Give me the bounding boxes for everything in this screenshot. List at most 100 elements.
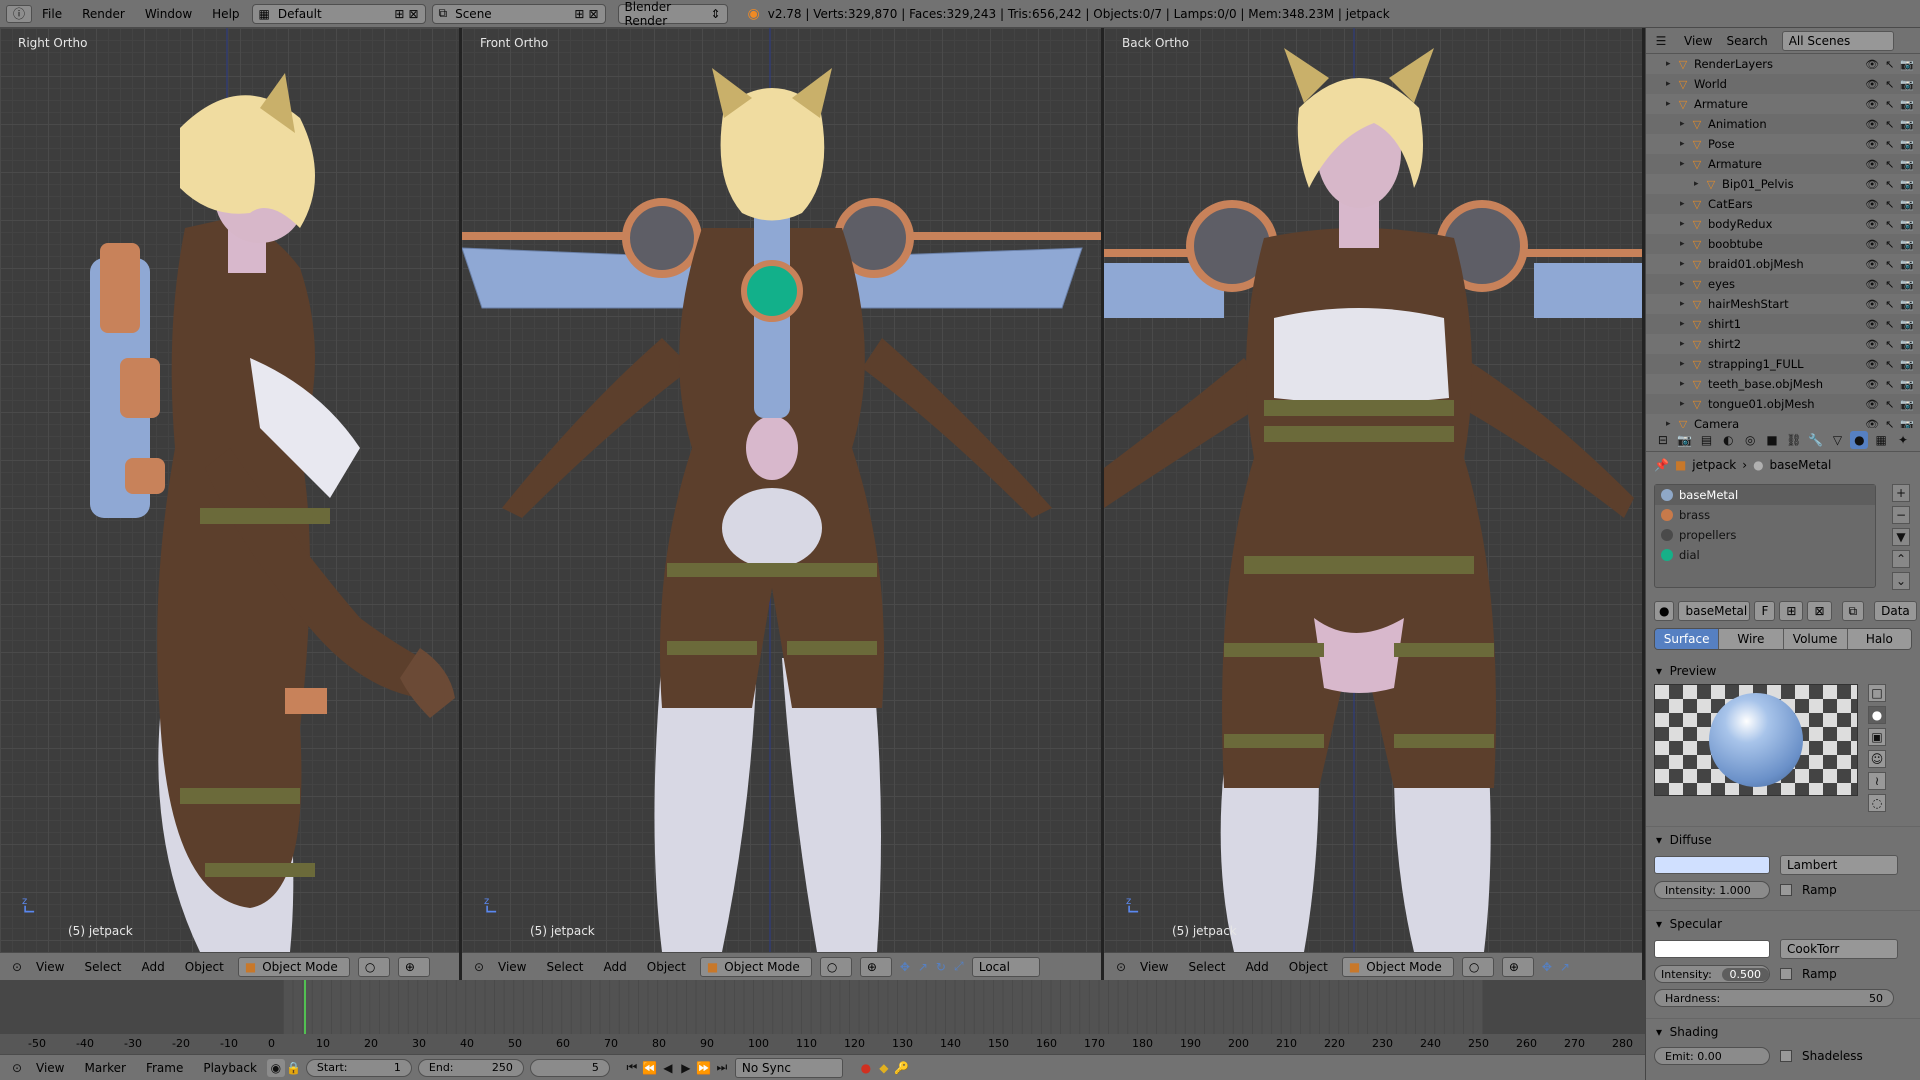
menu-render[interactable]: Render [72, 0, 135, 28]
tab-wire[interactable]: Wire [1719, 629, 1784, 649]
properties-editor-icon[interactable]: ⊟ [1654, 431, 1672, 449]
preview-sphere-icon[interactable]: ● [1868, 706, 1886, 724]
visibility-eye-icon[interactable]: 👁 [1865, 338, 1879, 351]
play-reverse-icon[interactable]: ◀ [659, 1059, 677, 1077]
slot-specials-icon[interactable]: ▼ [1892, 528, 1910, 546]
expand-triangle-icon[interactable]: ▸ [1680, 119, 1690, 129]
menu-object[interactable]: Object [637, 960, 696, 974]
add-material-icon[interactable]: ⊞ [1779, 601, 1804, 621]
unlink-material-icon[interactable]: ⊠ [1807, 601, 1832, 621]
expand-triangle-icon[interactable]: ▸ [1680, 279, 1690, 289]
outliner-menu-search[interactable]: Search [1726, 34, 1767, 48]
visibility-eye-icon[interactable]: 👁 [1865, 258, 1879, 271]
editor-type-icon[interactable]: ⊙ [1112, 958, 1130, 976]
data-tab-icon[interactable]: ▽ [1829, 431, 1847, 449]
visibility-eye-icon[interactable]: 👁 [1865, 378, 1879, 391]
texture-tab-icon[interactable]: ▦ [1872, 431, 1890, 449]
preview-flat-icon[interactable]: □ [1868, 684, 1886, 702]
viewport-back-ortho[interactable]: Back Ortho z ┗━ (5) jetpack [1104, 28, 1642, 952]
outliner-item[interactable]: ▸ ▽ boobtube 👁 ↖ 📷 [1646, 234, 1920, 254]
preview-sky-icon[interactable]: ◌ [1868, 794, 1886, 812]
render-camera-icon[interactable]: 📷 [1900, 118, 1914, 131]
end-frame-field[interactable]: End: 250 [417, 1058, 524, 1077]
move-up-icon[interactable]: ⌃ [1892, 550, 1910, 568]
outliner-item[interactable]: ▸ ▽ eyes 👁 ↖ 📷 [1646, 274, 1920, 294]
visibility-eye-icon[interactable]: 👁 [1865, 398, 1879, 411]
tab-surface[interactable]: Surface [1655, 629, 1720, 649]
rotate-icon[interactable]: ↻ [932, 958, 950, 976]
outliner-item[interactable]: ▸ ▽ Bip01_Pelvis 👁 ↖ 📷 [1646, 174, 1920, 194]
selectable-arrow-icon[interactable]: ↖ [1885, 158, 1894, 171]
diffuse-color-swatch[interactable] [1654, 856, 1770, 874]
keying-set-icon[interactable]: 🔑 [893, 1059, 911, 1077]
visibility-eye-icon[interactable]: 👁 [1865, 98, 1879, 111]
menu-playback[interactable]: Playback [193, 1061, 267, 1075]
mode-select[interactable]: ■ Object Mode [1341, 956, 1454, 977]
outliner-item[interactable]: ▸ ▽ Pose 👁 ↖ 📷 [1646, 134, 1920, 154]
particles-tab-icon[interactable]: ✦ [1894, 431, 1912, 449]
object-tab-icon[interactable]: ■ [1763, 431, 1781, 449]
menu-window[interactable]: Window [135, 0, 202, 28]
specular-color-swatch[interactable] [1654, 940, 1770, 958]
remove-slot-icon[interactable]: − [1892, 506, 1910, 524]
visibility-eye-icon[interactable]: 👁 [1865, 238, 1879, 251]
visibility-eye-icon[interactable]: 👁 [1865, 138, 1879, 151]
display-mode-select[interactable]: All Scenes [1781, 30, 1894, 51]
menu-marker[interactable]: Marker [74, 1061, 135, 1075]
outliner-item[interactable]: ▸ ▽ World 👁 ↖ 📷 [1646, 74, 1920, 94]
material-browse[interactable]: ● [1654, 601, 1675, 621]
expand-triangle-icon[interactable]: ▸ [1666, 99, 1676, 109]
expand-triangle-icon[interactable]: ▸ [1680, 199, 1690, 209]
render-camera-icon[interactable]: 📷 [1900, 58, 1914, 71]
scene-selector[interactable]: ⧉ Scene ⊞ ⊠ [431, 3, 606, 24]
frame-ruler[interactable]: -50 -40 -30 -20 -10 0 10 20 30 40 50 60 70 80 90 100 110… [0, 1034, 1645, 1054]
visibility-eye-icon[interactable]: 👁 [1865, 58, 1879, 71]
tab-halo[interactable]: Halo [1847, 629, 1911, 649]
current-frame-line[interactable] [304, 980, 306, 1034]
shading-select[interactable]: ○ [1461, 956, 1494, 977]
visibility-eye-icon[interactable]: 👁 [1865, 278, 1879, 291]
render-camera-icon[interactable]: 📷 [1900, 178, 1914, 191]
outliner-item[interactable]: ▸ ▽ teeth_base.objMesh 👁 ↖ 📷 [1646, 374, 1920, 394]
outliner-editor-icon[interactable]: ☰ [1652, 32, 1670, 50]
expand-triangle-icon[interactable]: ▸ [1680, 159, 1690, 169]
menu-view[interactable]: View [488, 960, 536, 974]
outliner-item[interactable]: ▸ ▽ strapping1_FULL 👁 ↖ 📷 [1646, 354, 1920, 374]
expand-triangle-icon[interactable]: ▸ [1680, 339, 1690, 349]
pivot-select[interactable]: ⊕ [397, 956, 430, 977]
selectable-arrow-icon[interactable]: ↖ [1885, 338, 1894, 351]
specular-shader-select[interactable]: CookTorr [1780, 939, 1898, 959]
menu-object[interactable]: Object [1279, 960, 1338, 974]
sync-select[interactable]: No Sync [734, 1057, 843, 1078]
menu-select[interactable]: Select [1178, 960, 1235, 974]
selectable-arrow-icon[interactable]: ↖ [1885, 118, 1894, 131]
remove-layout-icon[interactable]: ⊠ [408, 7, 418, 21]
preview-hair-icon[interactable]: ≀ [1868, 772, 1886, 790]
selectable-arrow-icon[interactable]: ↖ [1885, 358, 1894, 371]
jump-start-icon[interactable]: ⏮ [623, 1059, 641, 1077]
selectable-arrow-icon[interactable]: ↖ [1885, 58, 1894, 71]
render-camera-icon[interactable]: 📷 [1900, 98, 1914, 111]
outliner-item[interactable]: ▸ ▽ braid01.objMesh 👁 ↖ 📷 [1646, 254, 1920, 274]
move-down-icon[interactable]: ⌄ [1892, 572, 1910, 590]
render-camera-icon[interactable]: 📷 [1900, 198, 1914, 211]
visibility-eye-icon[interactable]: 👁 [1865, 158, 1879, 171]
fake-user-toggle[interactable]: F [1754, 601, 1776, 621]
keyframe-icon[interactable]: ◆ [875, 1059, 893, 1077]
render-camera-icon[interactable]: 📷 [1900, 298, 1914, 311]
outliner-item[interactable]: ▸ ▽ tongue01.objMesh 👁 ↖ 📷 [1646, 394, 1920, 414]
selectable-arrow-icon[interactable]: ↖ [1885, 98, 1894, 111]
tab-volume[interactable]: Volume [1783, 629, 1848, 649]
diffuse-shader-select[interactable]: Lambert [1780, 855, 1898, 875]
outliner-item[interactable]: ▸ ▽ CatEars 👁 ↖ 📷 [1646, 194, 1920, 214]
manipulator-icon[interactable]: ✥ [1538, 958, 1556, 976]
material-slot-list[interactable]: baseMetal brass propellers dial [1654, 484, 1876, 588]
diffuse-ramp-checkbox[interactable] [1780, 884, 1792, 896]
scene-tab-icon[interactable]: ◐ [1719, 431, 1737, 449]
screen-layout-selector[interactable]: ▦ Default ⊞ ⊠ [251, 3, 426, 24]
visibility-eye-icon[interactable]: 👁 [1865, 198, 1879, 211]
visibility-eye-icon[interactable]: 👁 [1865, 298, 1879, 311]
outliner-menu-view[interactable]: View [1684, 34, 1712, 48]
outliner-item[interactable]: ▸ ▽ Armature 👁 ↖ 📷 [1646, 94, 1920, 114]
world-tab-icon[interactable]: ◎ [1741, 431, 1759, 449]
